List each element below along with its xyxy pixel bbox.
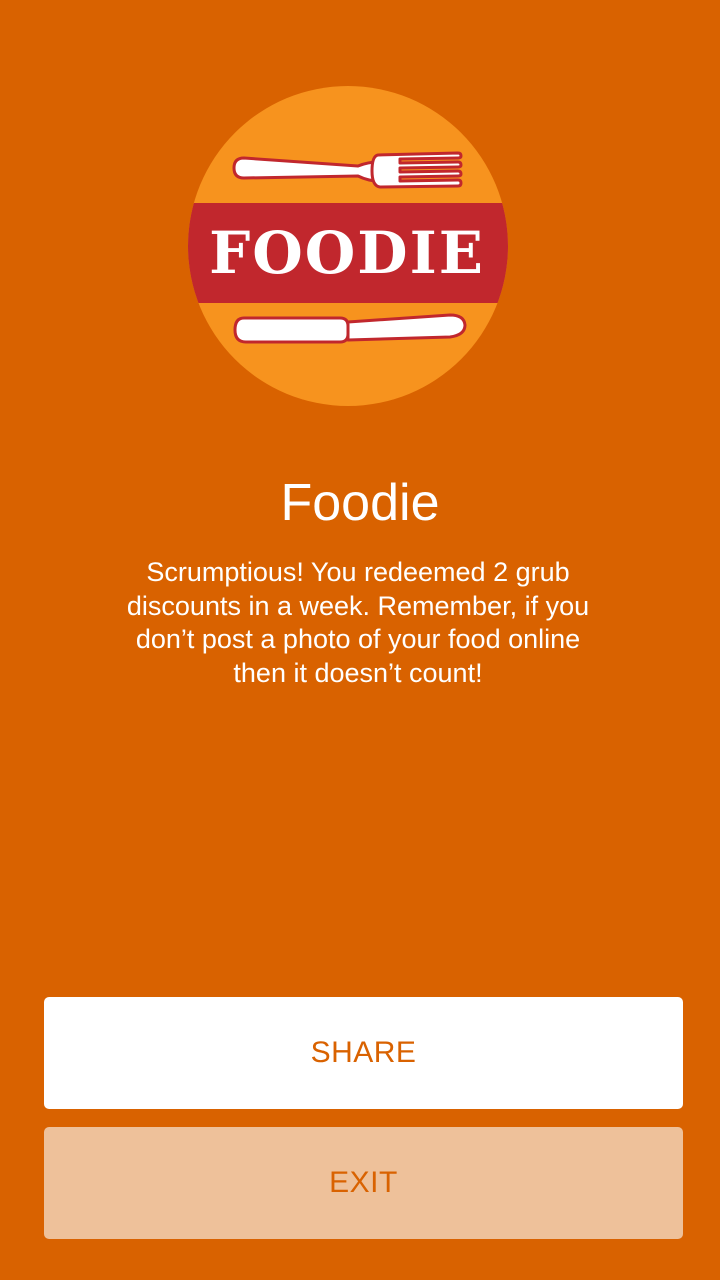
exit-button[interactable]: EXIT (44, 1127, 683, 1239)
achievement-message: Scrumptious! You redeemed 2 grub discoun… (126, 557, 590, 688)
achievement-title: Foodie (280, 474, 440, 532)
share-button[interactable]: SHARE (44, 997, 683, 1109)
badge-logo-text: FOODIE (209, 219, 485, 287)
exit-button-label: EXIT (329, 1166, 398, 1199)
foodie-badge: FOODIE (188, 86, 508, 406)
share-button-label: SHARE (310, 1036, 417, 1069)
badge-graphic: FOODIE (188, 86, 508, 406)
